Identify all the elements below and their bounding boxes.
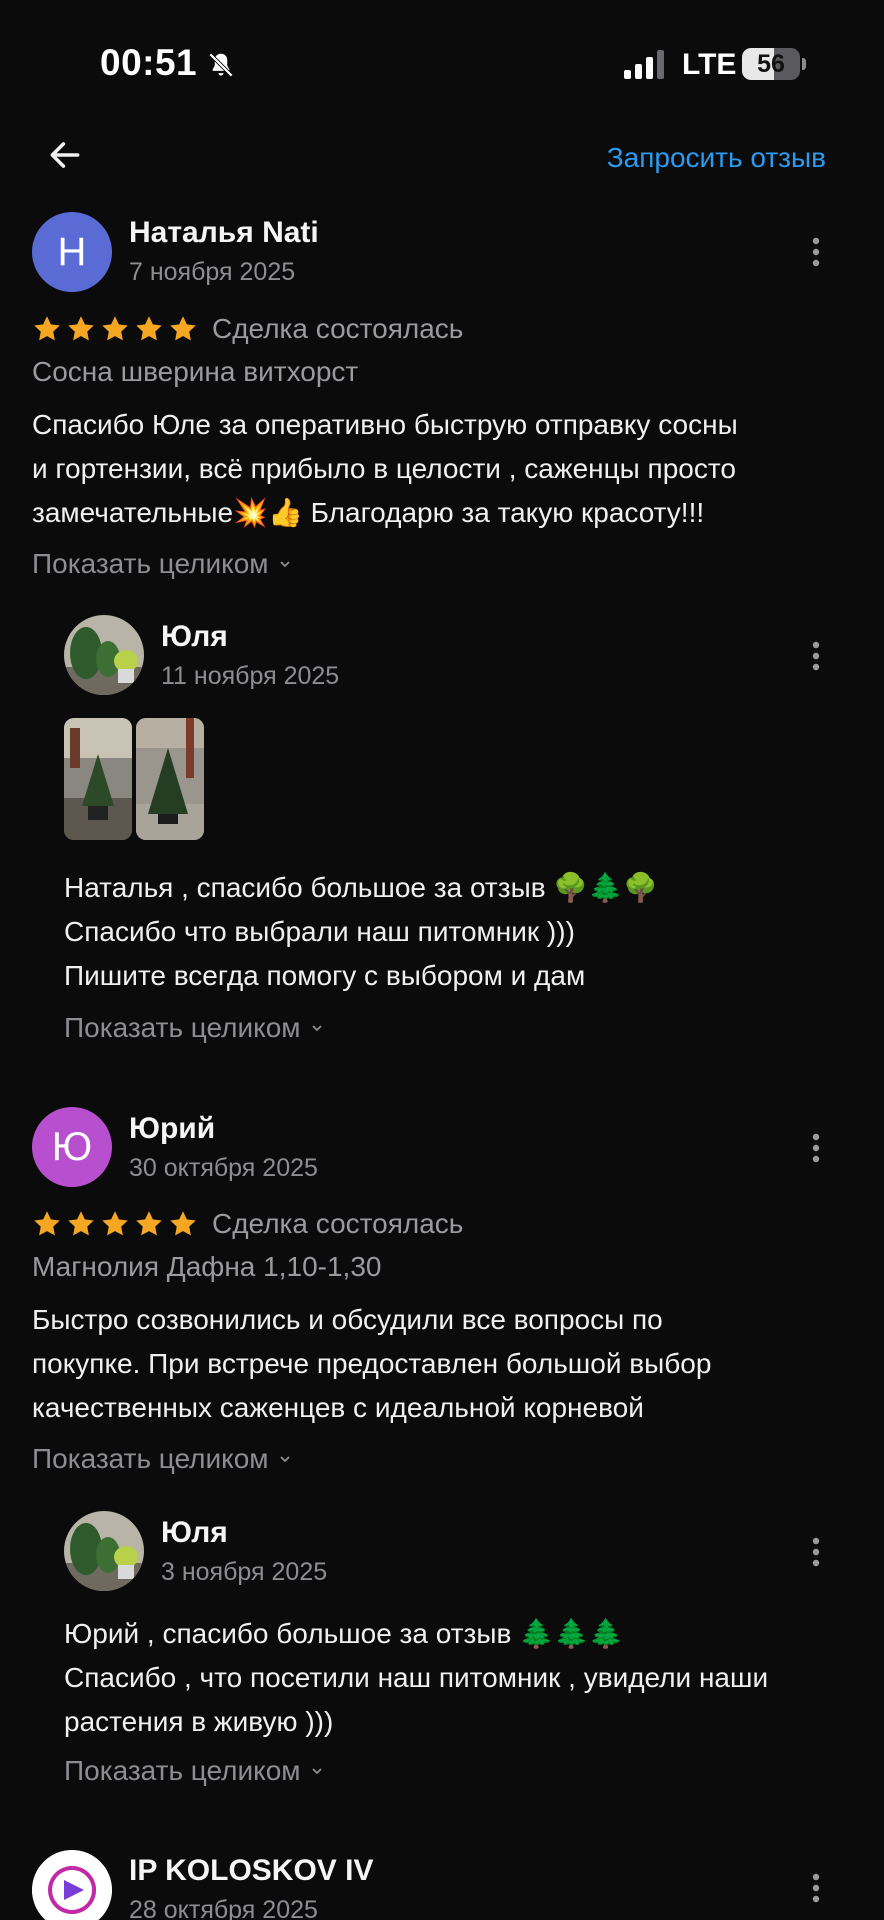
kebab-menu-icon (812, 1873, 820, 1903)
review-author[interactable]: IP KOLOSKOV IV (129, 1854, 374, 1888)
deal-status: Сделка состоялась (212, 1208, 464, 1239)
status-bar: 00:51 LTE 56 (0, 0, 884, 120)
chevron-down-icon (311, 1768, 322, 1775)
company-logo (32, 1850, 112, 1920)
bell-off-icon (208, 52, 234, 78)
show-more-button[interactable]: Показать целиком (32, 1443, 291, 1475)
review-author[interactable]: Юрий (129, 1112, 215, 1146)
star-icon (102, 316, 128, 341)
chevron-down-icon (279, 561, 290, 568)
deal-status: Сделка состоялась (212, 313, 464, 344)
more-options-button[interactable] (796, 1868, 836, 1908)
plants-photo-avatar (64, 1511, 144, 1591)
star-icon (170, 1211, 196, 1236)
chevron-down-icon (311, 1025, 322, 1032)
star-icon (136, 1211, 162, 1236)
avatar[interactable]: Н (32, 212, 112, 292)
pine-photo (136, 718, 204, 840)
reply-avatar[interactable] (64, 615, 144, 695)
show-more-button[interactable]: Показать целиком (32, 548, 291, 580)
reply-text: Наталья , спасибо большое за отзыв 🌳🌲🌳 С… (64, 872, 658, 991)
review-date: 30 октября 2025 (129, 1154, 318, 1182)
kebab-menu-icon (812, 1133, 820, 1163)
status-time: 00:51 (100, 42, 198, 83)
request-review-button[interactable]: Запросить отзыв (607, 142, 826, 174)
battery-icon: 56 (742, 48, 806, 80)
reply-author[interactable]: Юля (161, 1516, 228, 1550)
review-text: Быстро созвонились и обсудили все вопрос… (32, 1304, 712, 1423)
review-date: 28 октября 2025 (129, 1896, 318, 1920)
more-options-button[interactable] (796, 1128, 836, 1168)
star-icon (170, 316, 196, 341)
more-options-button[interactable] (796, 232, 836, 272)
star-icon (68, 316, 94, 341)
kebab-menu-icon (812, 237, 820, 267)
reply-date: 3 ноября 2025 (161, 1558, 328, 1586)
plants-photo-avatar (64, 615, 144, 695)
rating-stars: Сделка состоялась (32, 1208, 463, 1240)
show-more-button[interactable]: Показать целиком (64, 1012, 323, 1044)
reply-photo[interactable] (136, 718, 204, 840)
reply-text: Юрий , спасибо большое за отзыв 🌲🌲🌲 Спас… (64, 1618, 769, 1737)
avatar[interactable] (32, 1850, 112, 1920)
pine-photo (64, 718, 132, 840)
reply-author[interactable]: Юля (161, 620, 228, 654)
review-item-name[interactable]: Магнолия Дафна 1,10-1,30 (32, 1251, 381, 1283)
back-button[interactable] (40, 130, 90, 180)
battery-level: 56 (757, 50, 785, 78)
arrow-left-icon (50, 142, 80, 168)
avatar[interactable]: Ю (32, 1107, 112, 1187)
star-icon (102, 1211, 128, 1236)
star-icon (34, 1211, 60, 1236)
more-options-button[interactable] (796, 1532, 836, 1572)
review-author[interactable]: Наталья Nati (129, 216, 319, 250)
show-more-button[interactable]: Показать целиком (64, 1755, 323, 1787)
review-date: 7 ноября 2025 (129, 258, 296, 286)
star-icon (68, 1211, 94, 1236)
review-item-name[interactable]: Сосна шверина витхорст (32, 356, 358, 388)
reply-date: 11 ноября 2025 (161, 662, 340, 690)
more-options-button[interactable] (796, 636, 836, 676)
review-text: Спасибо Юле за оперативно быструю отправ… (32, 409, 738, 528)
star-icon (136, 316, 162, 341)
network-type: LTE (682, 48, 737, 81)
reply-avatar[interactable] (64, 1511, 144, 1591)
star-icon (34, 316, 60, 341)
chevron-down-icon (279, 1456, 290, 1463)
signal-icon (624, 50, 664, 79)
kebab-menu-icon (812, 641, 820, 671)
kebab-menu-icon (812, 1537, 820, 1567)
rating-stars: Сделка состоялась (32, 313, 463, 345)
reply-photo[interactable] (64, 718, 132, 840)
